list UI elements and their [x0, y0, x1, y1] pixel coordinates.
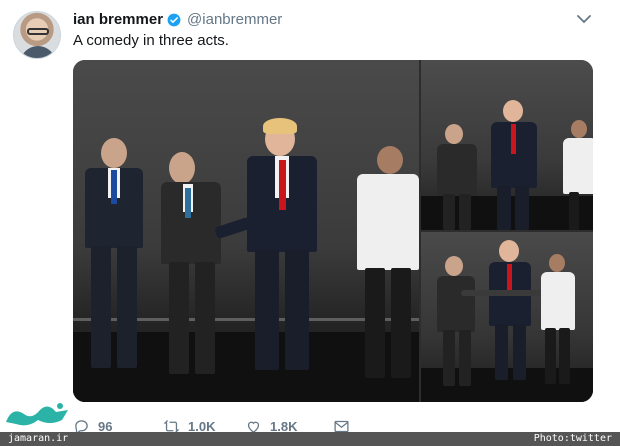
verified-badge-icon: [167, 13, 181, 26]
author-name[interactable]: ian bremmer: [73, 11, 163, 28]
photo-main[interactable]: [73, 60, 419, 402]
footer-credit: Photo:twitter: [533, 433, 612, 444]
footer-site: jamaran.ir: [8, 433, 69, 444]
tweet-header: ian bremmer @ianbremmer: [73, 11, 282, 28]
photo-bottom-right[interactable]: [421, 232, 593, 402]
jamaran-logo-icon: [6, 403, 68, 426]
author-avatar[interactable]: [13, 11, 61, 59]
footer-bar: [0, 432, 620, 446]
tweet-text: A comedy in three acts.: [73, 32, 229, 49]
photo-top-right[interactable]: [421, 60, 593, 230]
author-handle[interactable]: @ianbremmer: [187, 11, 282, 28]
tweet-media[interactable]: Ja: [73, 60, 593, 402]
avatar-glasses: [27, 28, 49, 35]
chevron-down-icon[interactable]: [577, 14, 591, 24]
avatar-shirt: [20, 46, 56, 58]
